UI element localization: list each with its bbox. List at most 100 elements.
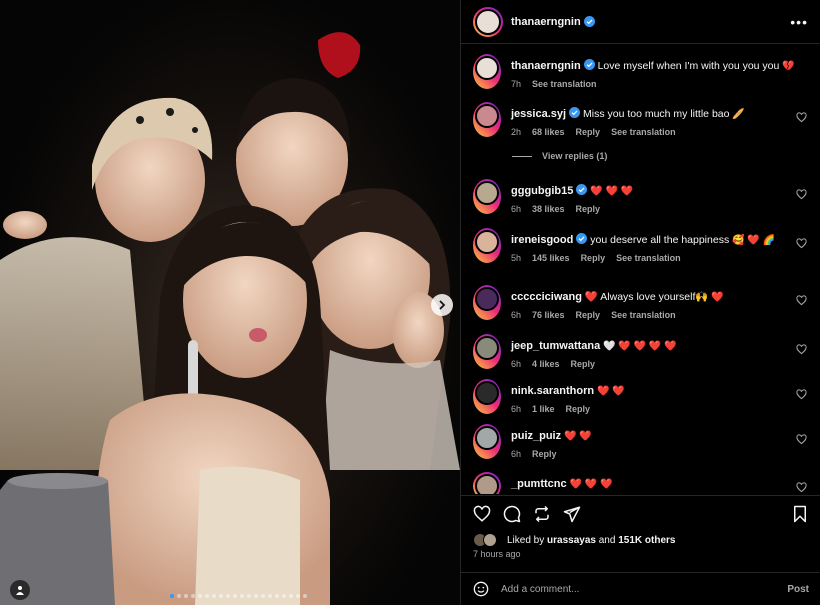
comment-like-heart-icon[interactable] xyxy=(796,344,807,355)
comment-reply-button[interactable]: Reply xyxy=(566,404,591,414)
caption-see-translation[interactable]: See translation xyxy=(532,79,597,89)
more-options-button[interactable]: ••• xyxy=(790,14,808,30)
tagged-users-button[interactable] xyxy=(10,580,30,600)
comment-avatar[interactable] xyxy=(475,381,499,405)
comment-likes[interactable]: 1 like xyxy=(532,404,555,414)
comment-username[interactable]: _pumttcnc xyxy=(511,478,567,490)
post-time[interactable]: 7 hours ago xyxy=(473,549,521,559)
comment-reply-button[interactable]: Reply xyxy=(571,359,596,369)
comment-emoji: 🥖 xyxy=(732,109,745,120)
carousel-dot xyxy=(247,594,251,598)
comment-row: nink.saranthorn ❤️ ❤️ 6h 1 like Reply xyxy=(473,379,809,414)
comment-username[interactable]: puiz_puiz xyxy=(511,430,561,442)
comment-time[interactable]: 6h xyxy=(511,310,521,320)
send-icon xyxy=(563,506,581,522)
comment-emoji: ❤️ ❤️ xyxy=(564,431,592,442)
comment-emoji: 🤍 ❤️ ❤️ ❤️ ❤️ xyxy=(603,341,677,352)
caption-username[interactable]: thanaerngnin xyxy=(511,60,581,72)
bookmark-icon xyxy=(794,505,806,522)
comment-like-heart-icon[interactable] xyxy=(796,389,807,400)
comment-username[interactable]: nink.saranthorn xyxy=(511,385,594,397)
comment-username[interactable]: ireneisgood xyxy=(511,234,573,246)
comment-like-heart-icon[interactable] xyxy=(796,189,807,200)
comment-avatar[interactable] xyxy=(475,336,499,360)
repost-button[interactable] xyxy=(531,503,553,525)
comment-avatar[interactable] xyxy=(475,230,499,254)
comment-like-heart-icon[interactable] xyxy=(796,482,807,493)
comment-like-heart-icon[interactable] xyxy=(796,238,807,249)
comment-avatar[interactable] xyxy=(475,287,499,311)
carousel-dot xyxy=(233,594,237,598)
comment-see-translation[interactable]: See translation xyxy=(611,310,676,320)
comment-username[interactable]: gggubgib15 xyxy=(511,185,573,197)
comment-likes[interactable]: 68 likes xyxy=(532,127,565,137)
carousel-dot xyxy=(205,594,209,598)
comment-avatar[interactable] xyxy=(475,104,499,128)
like-button[interactable] xyxy=(471,503,493,525)
comment-time[interactable]: 6h xyxy=(511,204,521,214)
share-button[interactable] xyxy=(561,503,583,525)
liker-avatar[interactable] xyxy=(483,533,497,547)
comment-username[interactable]: ccccciciwang xyxy=(511,291,582,303)
comment-likes[interactable]: 38 likes xyxy=(532,204,565,214)
comment-like-heart-icon[interactable] xyxy=(796,112,807,123)
next-photo-button[interactable] xyxy=(431,294,453,316)
post-actions xyxy=(461,495,820,531)
view-replies-button[interactable]: View replies (1) xyxy=(512,151,607,161)
caption-time[interactable]: 7h xyxy=(511,79,521,89)
comment-input[interactable]: Add a comment... xyxy=(501,584,787,595)
save-button[interactable] xyxy=(789,503,811,525)
comment-time[interactable]: 5h xyxy=(511,253,521,263)
comment-likes[interactable]: 4 likes xyxy=(532,359,560,369)
liked-by-avatars xyxy=(473,533,503,547)
comment-row: _pumttcnc ❤️ ❤️ ❤️ xyxy=(473,472,809,494)
comment-row: ccccciciwang ❤️ Always love yourself🙌 ❤️… xyxy=(473,285,809,320)
comment-time[interactable]: 6h xyxy=(511,449,521,459)
comment-avatar[interactable] xyxy=(475,426,499,450)
carousel-dot xyxy=(198,594,202,598)
carousel-dot xyxy=(282,594,286,598)
comment-row: ireneisgood you deserve all the happines… xyxy=(473,228,809,263)
caption-avatar[interactable] xyxy=(475,56,499,80)
post-sidebar: thanaerngnin ••• thanaerngnin Love mysel… xyxy=(460,0,820,605)
verified-badge-icon xyxy=(576,184,588,195)
comment-reply-button[interactable]: Reply xyxy=(576,127,601,137)
comment-likes[interactable]: 76 likes xyxy=(532,310,565,320)
comment-row: gggubgib15 ❤️ ❤️ ❤️ 6h 38 likes Reply xyxy=(473,179,809,214)
comment-reply-button[interactable]: Reply xyxy=(581,253,606,263)
comment-text: ❤️ Always love yourself🙌 xyxy=(584,291,709,303)
post-comment-button[interactable]: Post xyxy=(787,584,809,595)
caption: thanaerngnin Love myself when I'm with y… xyxy=(473,54,809,89)
comment-like-heart-icon[interactable] xyxy=(796,295,807,306)
post-photo[interactable] xyxy=(0,0,460,605)
caption-emoji: 💔 xyxy=(782,61,795,72)
comment-time[interactable]: 6h xyxy=(511,359,521,369)
comment-username[interactable]: jeep_tumwattana xyxy=(511,340,600,352)
liked-by-count[interactable]: 151K others xyxy=(618,535,675,546)
comment-time[interactable]: 2h xyxy=(511,127,521,137)
comment-button[interactable] xyxy=(501,503,523,525)
liked-by-user[interactable]: urassayas xyxy=(547,535,596,546)
comment-avatar[interactable] xyxy=(475,181,499,205)
comment-see-translation[interactable]: See translation xyxy=(611,127,676,137)
carousel-dot xyxy=(289,594,293,598)
comment-like-heart-icon[interactable] xyxy=(796,434,807,445)
verified-badge-icon xyxy=(583,59,595,70)
author-username[interactable]: thanaerngnin xyxy=(511,16,581,28)
author-avatar-ring[interactable] xyxy=(473,6,503,37)
comment-avatar[interactable] xyxy=(475,474,499,494)
liked-by-and: and xyxy=(598,534,616,546)
heart-icon xyxy=(473,505,491,522)
carousel-dot xyxy=(191,594,195,598)
comment-reply-button[interactable]: Reply xyxy=(576,310,601,320)
comment-likes[interactable]: 145 likes xyxy=(532,253,570,263)
comment-reply-button[interactable]: Reply xyxy=(532,449,557,459)
comment-reply-button[interactable]: Reply xyxy=(576,204,601,214)
post-header: thanaerngnin ••• xyxy=(461,0,820,44)
comment-see-translation[interactable]: See translation xyxy=(616,253,681,263)
comment-username[interactable]: jessica.syj xyxy=(511,108,566,120)
comment-emoji: ❤️ xyxy=(711,292,724,303)
carousel-dot xyxy=(303,594,307,598)
emoji-icon[interactable] xyxy=(473,581,489,597)
comment-time[interactable]: 6h xyxy=(511,404,521,414)
